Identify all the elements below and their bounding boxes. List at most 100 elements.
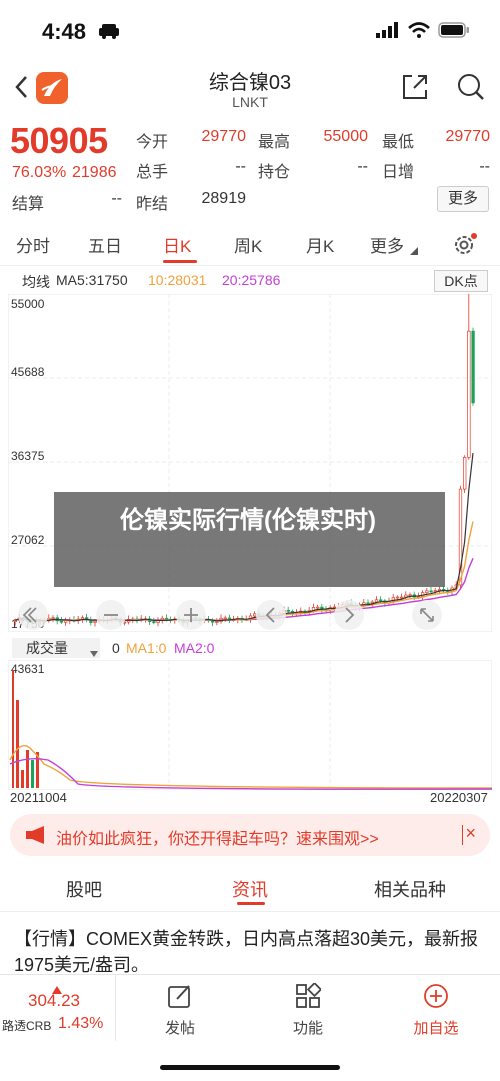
- value-high: 55000: [323, 128, 369, 145]
- volume-value: 0: [112, 640, 120, 656]
- ma20-value: 20:25786: [222, 272, 281, 288]
- status-time: 4:48: [42, 19, 87, 44]
- section-tabs: 股吧 资讯 相关品种: [0, 868, 500, 912]
- ma5-value: MA5:31750: [56, 272, 128, 288]
- volume-bar: [31, 760, 34, 788]
- candle-body: [223, 617, 227, 620]
- value-daily-inc: --: [479, 158, 490, 175]
- wifi-icon: [408, 22, 430, 43]
- y-tick-3: 36375: [11, 449, 45, 463]
- ad-banner[interactable]: 油价如此疯狂，你还开得起车吗？速来围观>> ×: [10, 814, 490, 856]
- tab-intraday[interactable]: 分时: [16, 232, 50, 257]
- indicator-select[interactable]: 成交量: [12, 638, 100, 658]
- label-high: 最高: [258, 134, 291, 151]
- label-open: 今开: [136, 134, 169, 151]
- label-low: 最低: [382, 134, 415, 151]
- y-tick-4: 27062: [11, 533, 45, 547]
- last-price: 50905: [10, 120, 108, 161]
- candle-body: [463, 456, 467, 490]
- bottom-toolbar: 304.23 路透CRB 1.43% 发帖 功能 加自选: [0, 974, 500, 1081]
- candle-body: [80, 617, 85, 620]
- megaphone-icon: [24, 825, 48, 850]
- candle-body: [152, 621, 156, 624]
- tab-forum[interactable]: 股吧: [66, 876, 102, 902]
- period-tabs: 分时 五日 日K 周K 月K 更多: [0, 224, 500, 266]
- volume-bar: [21, 770, 24, 788]
- battery-icon: [438, 22, 470, 43]
- more-button[interactable]: 更多: [437, 186, 489, 212]
- candle-body: [471, 330, 475, 404]
- dk-point-button[interactable]: DK点: [434, 270, 488, 292]
- overlay-title: 伦镍实际行情(伦镍实时): [120, 507, 376, 534]
- period-tab-indicator: [163, 260, 197, 263]
- tab-five-day[interactable]: 五日: [88, 232, 122, 257]
- add-watchlist-label: 加自选: [413, 1020, 459, 1037]
- volume-date-end: 20220307: [430, 790, 488, 805]
- settings-gear-icon[interactable]: [452, 232, 478, 263]
- tab-more[interactable]: 更多: [370, 232, 404, 257]
- volume-chart[interactable]: 43631: [8, 660, 492, 790]
- ticker-price[interactable]: 304.23: [28, 991, 80, 1011]
- candle-body: [370, 601, 374, 604]
- tab-monthly-k[interactable]: 月K: [306, 232, 334, 257]
- app-logo-icon: [36, 72, 68, 109]
- ma-label: 均线: [22, 274, 50, 290]
- change-amount: 21986: [72, 164, 117, 181]
- pan-back-button[interactable]: [256, 600, 286, 630]
- signal-icon: [376, 22, 400, 43]
- candle-body: [429, 590, 433, 593]
- add-watchlist-button[interactable]: 加自选: [396, 983, 476, 1038]
- select-caret-icon: [90, 644, 98, 660]
- article-title-overlay: 伦镍实际行情(伦镍实时): [54, 492, 445, 587]
- value-low: 29770: [445, 128, 491, 145]
- ad-divider: [462, 825, 463, 845]
- grid-icon: [296, 981, 323, 1008]
- pan-left-button[interactable]: [18, 600, 48, 630]
- search-icon[interactable]: [456, 72, 486, 107]
- ticker-name[interactable]: 路透CRB: [2, 1017, 51, 1034]
- candle-body: [51, 617, 55, 620]
- volume-bar: [26, 750, 29, 788]
- ticker-percent[interactable]: 1.43%: [58, 1015, 103, 1033]
- candle-body: [253, 613, 257, 617]
- candle-body: [395, 596, 400, 599]
- ad-text: 油价如此疯狂，你还开得起车吗？速来围观>>: [56, 831, 379, 848]
- change-percent: 76.03%: [12, 164, 67, 181]
- tab-more-caret-icon: [410, 242, 418, 260]
- status-bar: 4:48: [0, 0, 500, 62]
- label-oi: 持仓: [258, 164, 291, 181]
- tab-news[interactable]: 资讯: [232, 876, 268, 902]
- function-button[interactable]: 功能: [268, 981, 348, 1038]
- value-prev-settle: 28919: [201, 190, 247, 207]
- volume-bar: [12, 670, 14, 788]
- post-button[interactable]: 发帖: [140, 983, 220, 1038]
- candle-body: [59, 620, 64, 623]
- vol-ma1-value: MA1:0: [126, 640, 167, 656]
- pan-forward-button[interactable]: [334, 600, 364, 630]
- candle-body: [366, 602, 370, 605]
- candle-body: [379, 599, 383, 602]
- ma10-value: 10:28031: [148, 272, 207, 288]
- function-label: 功能: [292, 1020, 323, 1037]
- candle-body: [467, 330, 471, 458]
- volume-date-start: 20211004: [10, 790, 67, 805]
- share-icon[interactable]: [400, 72, 430, 107]
- ticker-divider: [115, 975, 116, 1041]
- candle-body: [374, 599, 379, 603]
- tab-weekly-k[interactable]: 周K: [234, 232, 262, 257]
- candle-body: [400, 596, 404, 599]
- candle-body: [286, 609, 290, 612]
- news-item[interactable]: 【行情】COMEX黄金转跌，日内高点落超30美元，最新报1975美元/盎司。: [14, 926, 490, 978]
- value-settle: --: [111, 190, 122, 207]
- home-indicator: [160, 1065, 340, 1070]
- edit-icon: [168, 985, 190, 1008]
- volume-y-max: 43631: [11, 662, 45, 676]
- y-tick-2: 45688: [11, 365, 45, 379]
- nav-header: 综合镍03 LNKT: [0, 62, 500, 116]
- status-icons: [376, 22, 470, 43]
- candle-body: [215, 621, 219, 623]
- tab-related[interactable]: 相关品种: [374, 876, 446, 902]
- candle-body: [93, 620, 97, 623]
- tab-daily-k[interactable]: 日K: [163, 232, 191, 257]
- ad-close-icon[interactable]: ×: [465, 823, 476, 844]
